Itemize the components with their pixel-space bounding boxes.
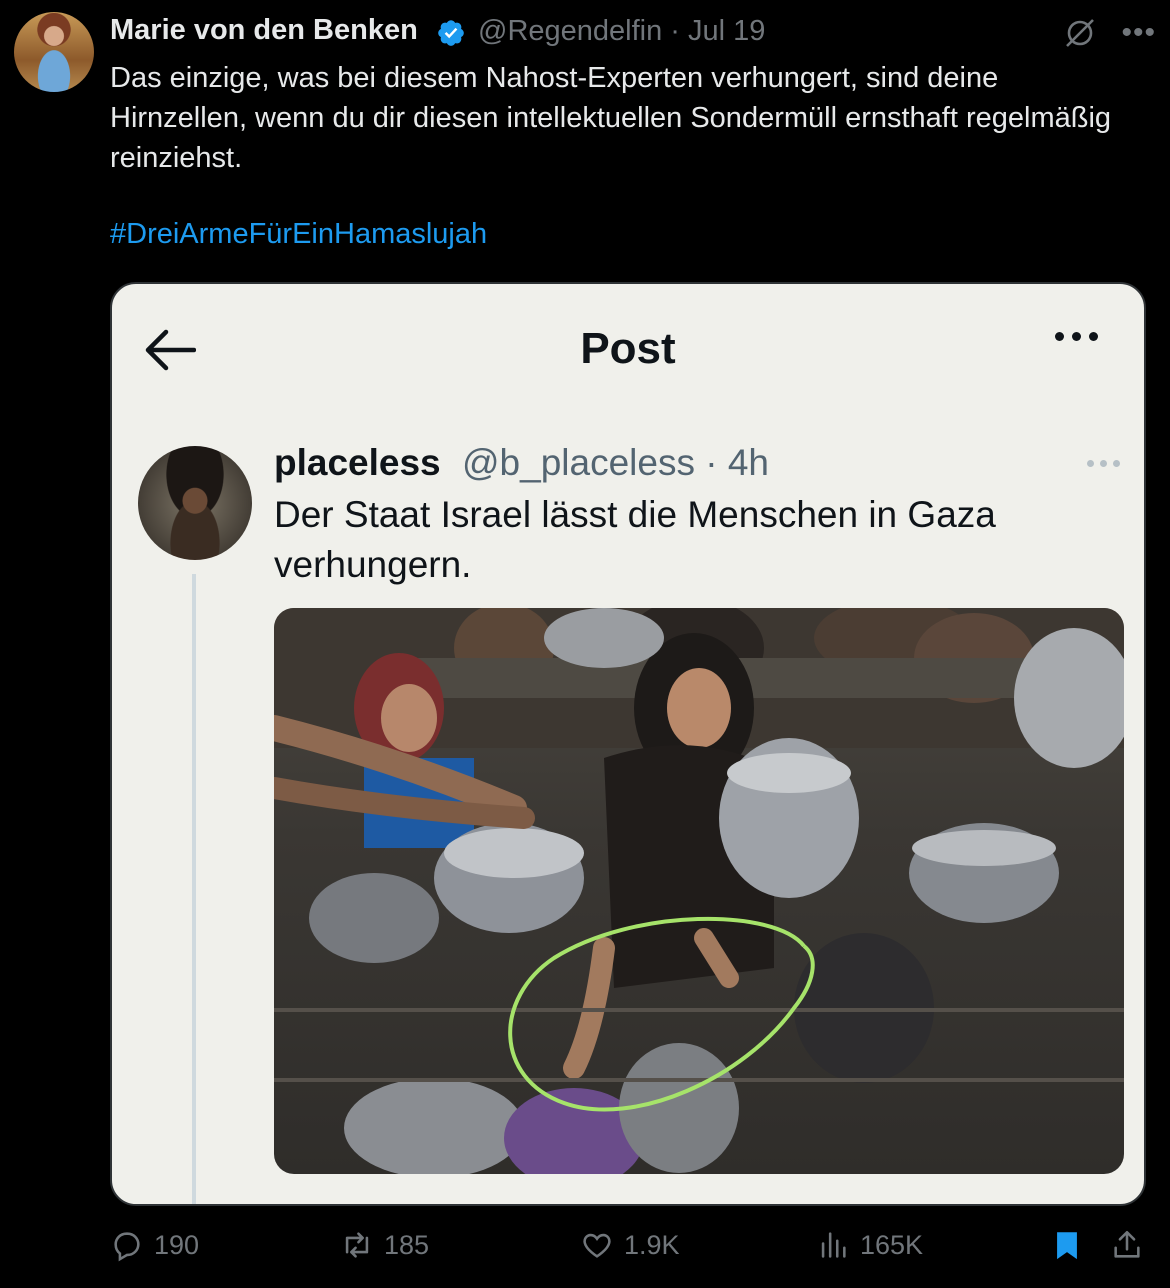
repost-button[interactable]: 185 bbox=[340, 1228, 429, 1262]
embedded-author-name: placeless bbox=[274, 442, 441, 483]
reply-button[interactable]: 190 bbox=[110, 1228, 199, 1262]
hashtag-link[interactable]: #DreiArmeFürEinHamaslujah bbox=[110, 218, 487, 251]
bookmark-button[interactable] bbox=[1050, 1228, 1084, 1262]
embedded-post-text: Der Staat Israel lässt die Menschen in G… bbox=[274, 494, 996, 585]
embedded-author-handle: @b_placeless · 4h bbox=[462, 442, 769, 484]
embedded-header-title: Post bbox=[580, 324, 676, 373]
like-count: 1.9K bbox=[624, 1229, 680, 1260]
action-bar: 190 185 1.9K 165K bbox=[110, 1228, 1150, 1274]
thread-line bbox=[192, 574, 196, 1204]
post-date[interactable]: · Jul 19 bbox=[670, 15, 765, 47]
views-button[interactable]: 165K bbox=[816, 1228, 923, 1262]
embedded-screenshot[interactable]: Post placeless @b_placeless · 4h Der Sta… bbox=[110, 282, 1146, 1206]
views-icon bbox=[821, 1232, 846, 1258]
author-name[interactable]: Marie von den Benken bbox=[110, 14, 418, 47]
more-icon[interactable]: ••• bbox=[1121, 18, 1156, 48]
embedded-author-avatar bbox=[138, 446, 252, 560]
share-button[interactable] bbox=[1110, 1228, 1144, 1262]
tweet-text: Das einzige, was bei diesem Nahost-Exper… bbox=[110, 62, 1112, 174]
reply-icon bbox=[114, 1232, 140, 1262]
like-button[interactable]: 1.9K bbox=[580, 1228, 680, 1262]
verified-badge-icon bbox=[438, 20, 464, 46]
photo-illustration bbox=[274, 608, 1124, 1174]
embedded-more-icon bbox=[1055, 332, 1098, 341]
author-handle-date[interactable]: @Regendelfin · Jul 19 bbox=[478, 15, 765, 48]
views-count: 165K bbox=[860, 1229, 924, 1260]
embedded-post-more-icon bbox=[1087, 460, 1120, 467]
share-icon bbox=[1114, 1230, 1140, 1258]
grok-icon[interactable] bbox=[1063, 16, 1097, 50]
author-handle[interactable]: @Regendelfin bbox=[478, 15, 662, 47]
author-avatar[interactable] bbox=[14, 12, 94, 92]
like-icon bbox=[583, 1233, 611, 1258]
embedded-photo bbox=[274, 608, 1124, 1174]
repost-count: 185 bbox=[384, 1229, 430, 1260]
bookmark-icon bbox=[1057, 1232, 1077, 1260]
repost-icon bbox=[345, 1232, 369, 1258]
embedded-time: · 4h bbox=[705, 442, 770, 483]
reply-count: 190 bbox=[154, 1229, 200, 1260]
embedded-handle: @b_placeless bbox=[462, 442, 695, 483]
